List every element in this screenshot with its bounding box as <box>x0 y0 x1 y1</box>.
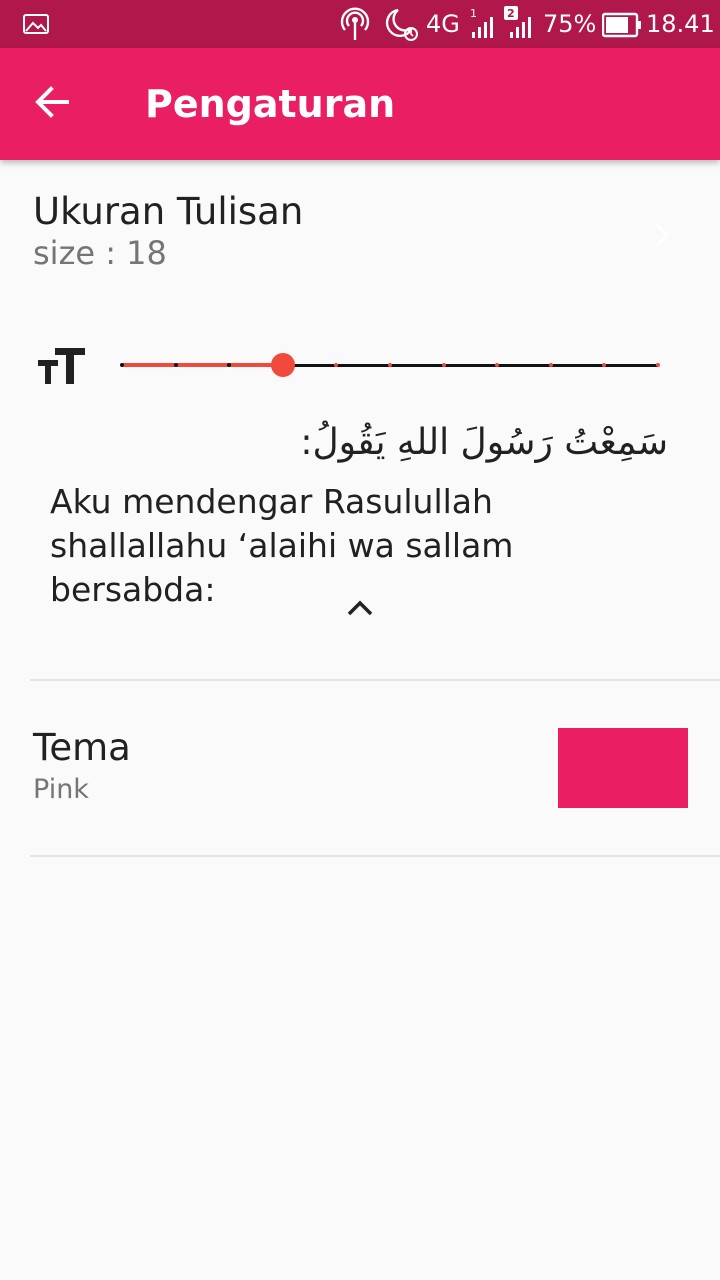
font-size-setting[interactable]: Ukuran Tulisan size : 18 <box>0 190 720 280</box>
network-type-label: 4G <box>426 10 460 38</box>
signal-icon-2: 2 <box>504 6 534 47</box>
divider <box>30 855 720 857</box>
theme-title: Tema <box>33 726 131 769</box>
divider <box>30 679 720 681</box>
night-alarm-icon <box>382 6 420 47</box>
font-size-slider[interactable] <box>120 350 660 380</box>
slider-tick <box>173 363 178 367</box>
chevron-up-icon <box>346 598 374 623</box>
chevron-right-icon <box>650 220 674 255</box>
app-bar: Pengaturan <box>0 48 720 160</box>
arrow-back-icon <box>34 84 70 125</box>
clock: 18.41 <box>646 10 715 38</box>
theme-color-swatch[interactable] <box>558 728 688 808</box>
font-size-title: Ukuran Tulisan <box>33 190 304 233</box>
status-bar: 4G 1 2 75% 18.41 <box>0 0 720 48</box>
slider-tick <box>656 363 660 367</box>
slider-tick <box>388 363 392 367</box>
gallery-icon <box>22 12 50 41</box>
battery-percent: 75% <box>543 10 597 38</box>
slider-tick <box>441 363 446 367</box>
signal-icon: 1 <box>468 6 496 47</box>
back-button[interactable] <box>22 76 82 132</box>
sim1-badge: 1 <box>470 7 477 20</box>
arabic-preview-text: سَمِعْتُ رَسُولَ اللهِ يَقُولُ: <box>300 422 668 463</box>
page-title: Pengaturan <box>145 82 396 126</box>
slider-tick <box>120 363 124 367</box>
slider-thumb[interactable] <box>270 353 295 377</box>
slider-tick <box>548 363 553 367</box>
battery-icon <box>601 12 642 43</box>
hotspot-icon <box>340 6 370 47</box>
text-size-icon <box>36 346 86 391</box>
sim2-badge: 2 <box>507 7 515 20</box>
collapse-button[interactable] <box>340 592 380 628</box>
font-size-value: size : 18 <box>33 234 167 272</box>
slider-track-active <box>122 363 283 367</box>
theme-value: Pink <box>33 774 89 805</box>
